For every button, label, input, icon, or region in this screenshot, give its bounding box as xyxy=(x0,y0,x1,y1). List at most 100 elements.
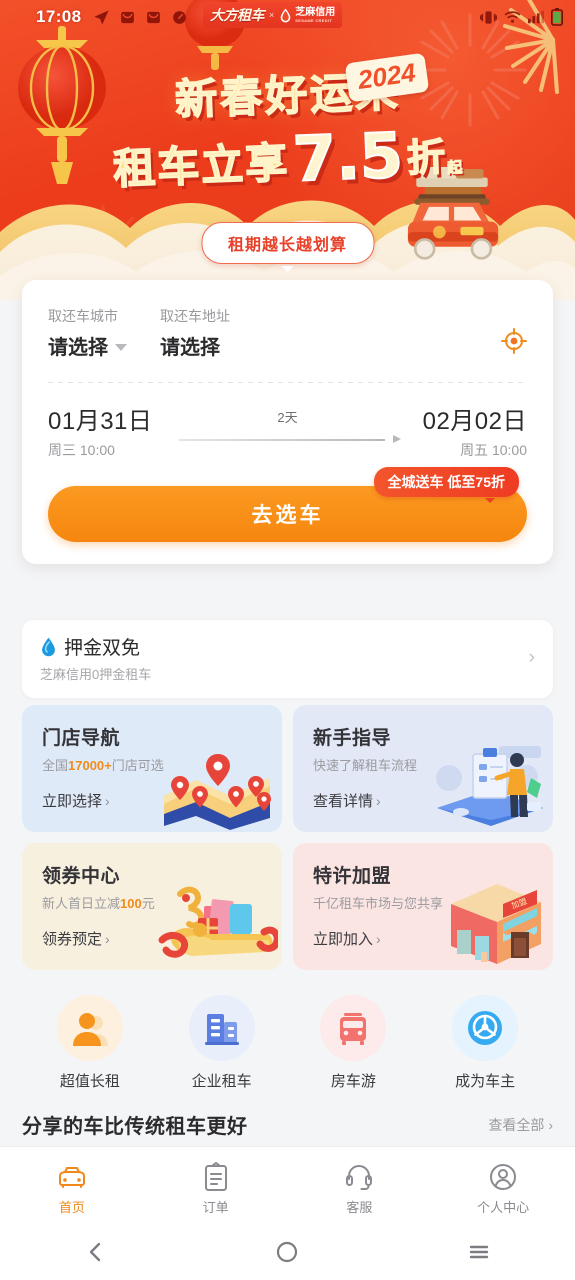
promo-banner[interactable]: 新春好运来 租车立享 7.5 折 起 2024 租期越长越划算 xyxy=(0,0,575,300)
app-logo: 大方租车 × 芝麻信用 SESAME CREDIT xyxy=(203,2,343,28)
person-orange-icon xyxy=(72,1013,108,1046)
banner-headline: 新春好运来 租车立享 7.5 折 起 xyxy=(0,62,575,196)
status-left-icons xyxy=(93,9,188,26)
quick-link-label: 超值长租 xyxy=(59,1073,120,1090)
deposit-subtitle: 芝麻信用0押金租车 xyxy=(40,667,152,682)
location-arrow-icon xyxy=(94,9,110,25)
back-icon[interactable] xyxy=(84,1240,108,1269)
home-icon[interactable] xyxy=(275,1240,299,1269)
logo-separator: × xyxy=(269,10,275,20)
feature-card-franchise[interactable]: 特许加盟 千亿租车市场与您共享 立即加入 › 加盟 xyxy=(293,843,553,970)
feature-card-beginner-guide[interactable]: 新手指导 快速了解租车流程 查看详情 › xyxy=(293,705,553,832)
wifi-icon xyxy=(504,11,521,23)
headline-qi: 起 xyxy=(447,159,464,178)
headline-prefix: 租车立享 xyxy=(112,137,291,194)
chevron-down-icon xyxy=(115,343,127,351)
tab-support[interactable]: 客服 xyxy=(288,1160,432,1216)
quick-link-circle xyxy=(452,995,519,1061)
card-link-label: 领券预定 xyxy=(42,931,103,948)
status-right-icons xyxy=(480,0,563,34)
quick-link-rv-travel[interactable]: 房车游 xyxy=(305,995,401,1091)
quick-link-circle xyxy=(56,995,123,1061)
feature-card-coupon-center[interactable]: 领券中心 新人首日立减100元 领券预定 › xyxy=(22,843,282,970)
quick-link-become-owner[interactable]: 成为车主 xyxy=(437,995,533,1091)
section-header: 分享的车比传统租车更好 查看全部 › xyxy=(0,1110,575,1139)
buildings-blue-icon xyxy=(204,1014,239,1045)
city-value: 请选择 xyxy=(48,337,108,359)
card-sub-prefix: 千亿租车市场与您共享 xyxy=(313,896,444,911)
clipboard-icon xyxy=(144,1160,288,1194)
card-link-label: 查看详情 xyxy=(313,793,374,810)
duration-block: 2天 xyxy=(152,401,422,444)
slogan-pill: 租期越长越划算 xyxy=(200,222,375,272)
deposit-waiver-row[interactable]: 押金双免 芝麻信用0押金租车 › xyxy=(22,620,553,698)
quick-link-corporate-rental[interactable]: 企业租车 xyxy=(174,995,270,1091)
storefront-art: 加盟 xyxy=(451,884,541,964)
tab-label: 个人中心 xyxy=(477,1199,530,1215)
headline-line-2: 租车立享 7.5 折 起 xyxy=(0,117,575,201)
recents-icon[interactable] xyxy=(467,1240,491,1269)
headline-zhe: 折 xyxy=(405,136,446,181)
deposit-title-row: 押金双免 xyxy=(40,633,529,660)
card-sub-prefix: 全国 xyxy=(42,758,69,773)
chevron-right-icon: › xyxy=(105,792,110,809)
pickup-date[interactable]: 01月31日 周三 10:00 xyxy=(48,401,152,460)
pickup-date-main: 01月31日 xyxy=(48,408,153,435)
user-circle-icon xyxy=(431,1160,575,1194)
tab-home[interactable]: 首页 xyxy=(0,1160,144,1216)
gift-box-art xyxy=(158,886,278,958)
tab-profile[interactable]: 个人中心 xyxy=(431,1160,575,1216)
feature-cards-grid: 门店导航 全国17000+门店可选 立即选择 › 新手指导 快速了解租车流程 查… xyxy=(22,705,553,970)
booking-card: 取还车城市 请选择 取还车地址 请选择 01月31日 周三 10:00 2天 0… xyxy=(22,280,553,564)
steering-wheel-icon xyxy=(468,1011,503,1045)
view-all-label: 查看全部 xyxy=(488,1116,545,1133)
crosshair-locate-icon[interactable] xyxy=(501,328,527,354)
chevron-right-icon: › xyxy=(528,647,535,668)
view-all-link[interactable]: 查看全部 › xyxy=(488,1115,553,1135)
headset-icon xyxy=(288,1160,432,1194)
message-icon xyxy=(121,11,135,23)
address-selector[interactable]: 取还车地址 请选择 xyxy=(160,306,230,360)
quick-link-label: 成为车主 xyxy=(455,1073,516,1090)
chevron-right-icon: › xyxy=(105,930,110,947)
bottom-tab-bar: 首页 订单 客服 个人中心 xyxy=(0,1146,575,1228)
system-navigation-bar xyxy=(0,1228,575,1280)
rv-bus-red-icon xyxy=(340,1013,367,1045)
sesame-logo: 芝麻信用 SESAME CREDIT xyxy=(279,7,335,23)
battery-icon xyxy=(551,8,563,26)
card-sub-highlight: 100 xyxy=(120,896,142,911)
chevron-right-icon: › xyxy=(548,1116,553,1133)
card-sub-highlight: 17000+ xyxy=(68,758,112,773)
duration-arrow-icon xyxy=(152,434,422,444)
status-bar: 17:08 大方租车 × 芝麻信用 SESAME CREDIT xyxy=(0,0,575,34)
quick-link-label: 企业租车 xyxy=(191,1073,252,1090)
feature-card-store-navigation[interactable]: 门店导航 全国17000+门店可选 立即选择 › xyxy=(22,705,282,832)
tab-label: 订单 xyxy=(202,1199,229,1215)
card-sub-prefix: 新人首日立减 xyxy=(42,896,121,911)
guide-person-art xyxy=(436,746,543,826)
quick-link-label: 房车游 xyxy=(330,1073,376,1090)
taxi-icon xyxy=(0,1160,144,1194)
deposit-text: 押金双免 芝麻信用0押金租车 xyxy=(40,633,529,683)
vibrate-icon xyxy=(480,10,497,24)
date-row: 01月31日 周三 10:00 2天 02月02日 周五 10:00 xyxy=(48,401,527,460)
duration-text: 2天 xyxy=(277,410,298,425)
tab-orders[interactable]: 订单 xyxy=(144,1160,288,1216)
quick-link-circle xyxy=(188,995,255,1061)
card-divider xyxy=(48,382,527,383)
address-label: 取还车地址 xyxy=(160,308,230,324)
signal-icon xyxy=(528,10,544,24)
quick-link-long-term-rental[interactable]: 超值长租 xyxy=(42,995,138,1091)
city-value-wrap: 请选择 xyxy=(48,331,160,360)
card-link-label: 立即加入 xyxy=(313,931,374,948)
message-icon xyxy=(147,11,161,23)
address-value: 请选择 xyxy=(160,337,220,359)
headline-discount: 7.5 xyxy=(291,117,406,196)
sesame-name-en: SESAME CREDIT xyxy=(295,17,333,23)
quick-links-row: 超值长租 企业租车 房车游 成为车主 xyxy=(0,995,575,1091)
location-row: 取还车城市 请选择 取还车地址 请选择 xyxy=(48,306,527,360)
city-selector[interactable]: 取还车城市 请选择 xyxy=(48,306,160,360)
dropoff-date[interactable]: 02月02日 周五 10:00 xyxy=(423,401,527,460)
tab-label: 首页 xyxy=(58,1199,85,1215)
pickup-date-detail: 周三 10:00 xyxy=(48,442,115,458)
